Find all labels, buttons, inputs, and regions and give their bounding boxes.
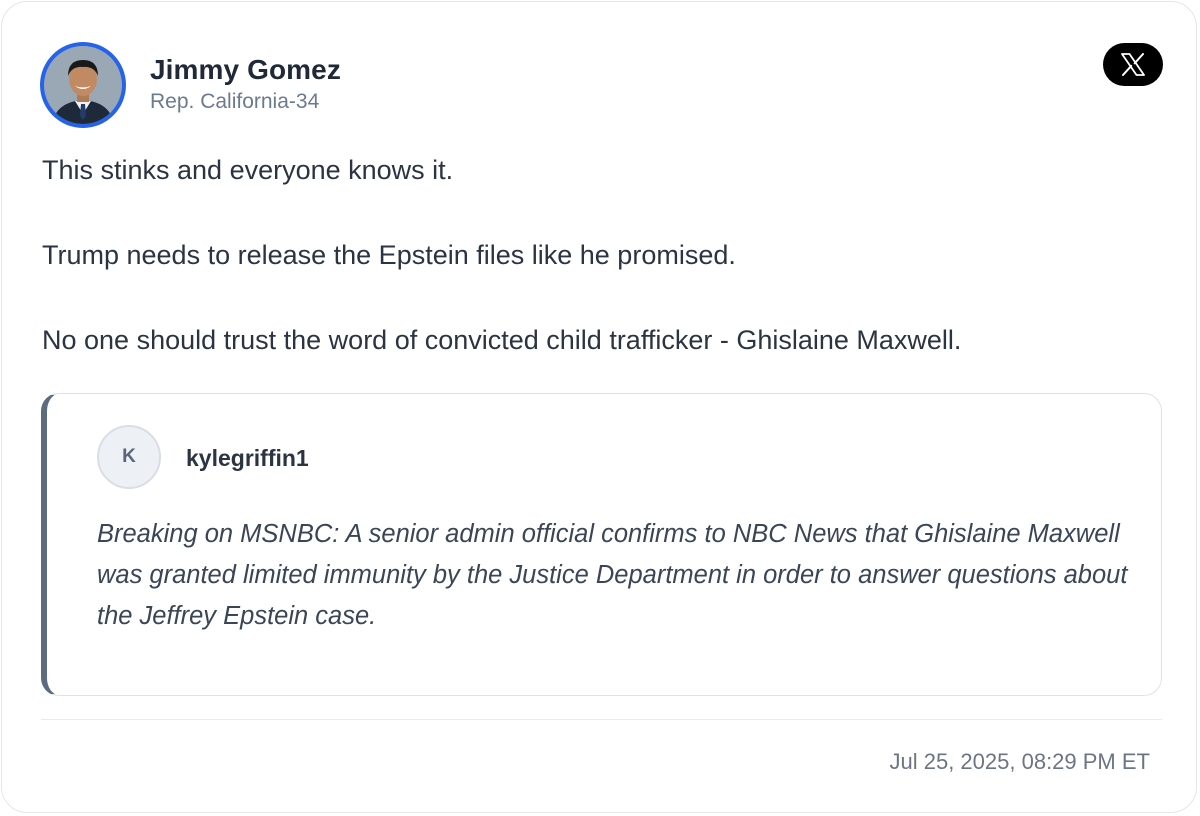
quoted-avatar[interactable]: K [97, 425, 161, 489]
post-card: Jimmy Gomez Rep. California-34 This stin… [1, 1, 1197, 813]
post-text-line: No one should trust the word of convicte… [42, 325, 962, 355]
post-text-line: Trump needs to release the Epstein files… [42, 240, 736, 270]
post-text-line: This stinks and everyone knows it. [42, 155, 454, 185]
x-logo-icon[interactable] [1103, 43, 1163, 86]
author-subtitle: Rep. California-34 [150, 90, 320, 113]
author-avatar[interactable] [40, 42, 126, 128]
divider [41, 719, 1162, 720]
quoted-post[interactable]: K kylegriffin1 Breaking on MSNBC: A seni… [41, 393, 1162, 696]
author-photo-icon [44, 46, 122, 124]
quoted-text: Breaking on MSNBC: A senior admin offici… [97, 520, 1128, 630]
quoted-handle[interactable]: kylegriffin1 [186, 445, 309, 472]
author-name[interactable]: Jimmy Gomez [150, 54, 341, 86]
post-timestamp: Jul 25, 2025, 08:29 PM ET [889, 749, 1151, 774]
